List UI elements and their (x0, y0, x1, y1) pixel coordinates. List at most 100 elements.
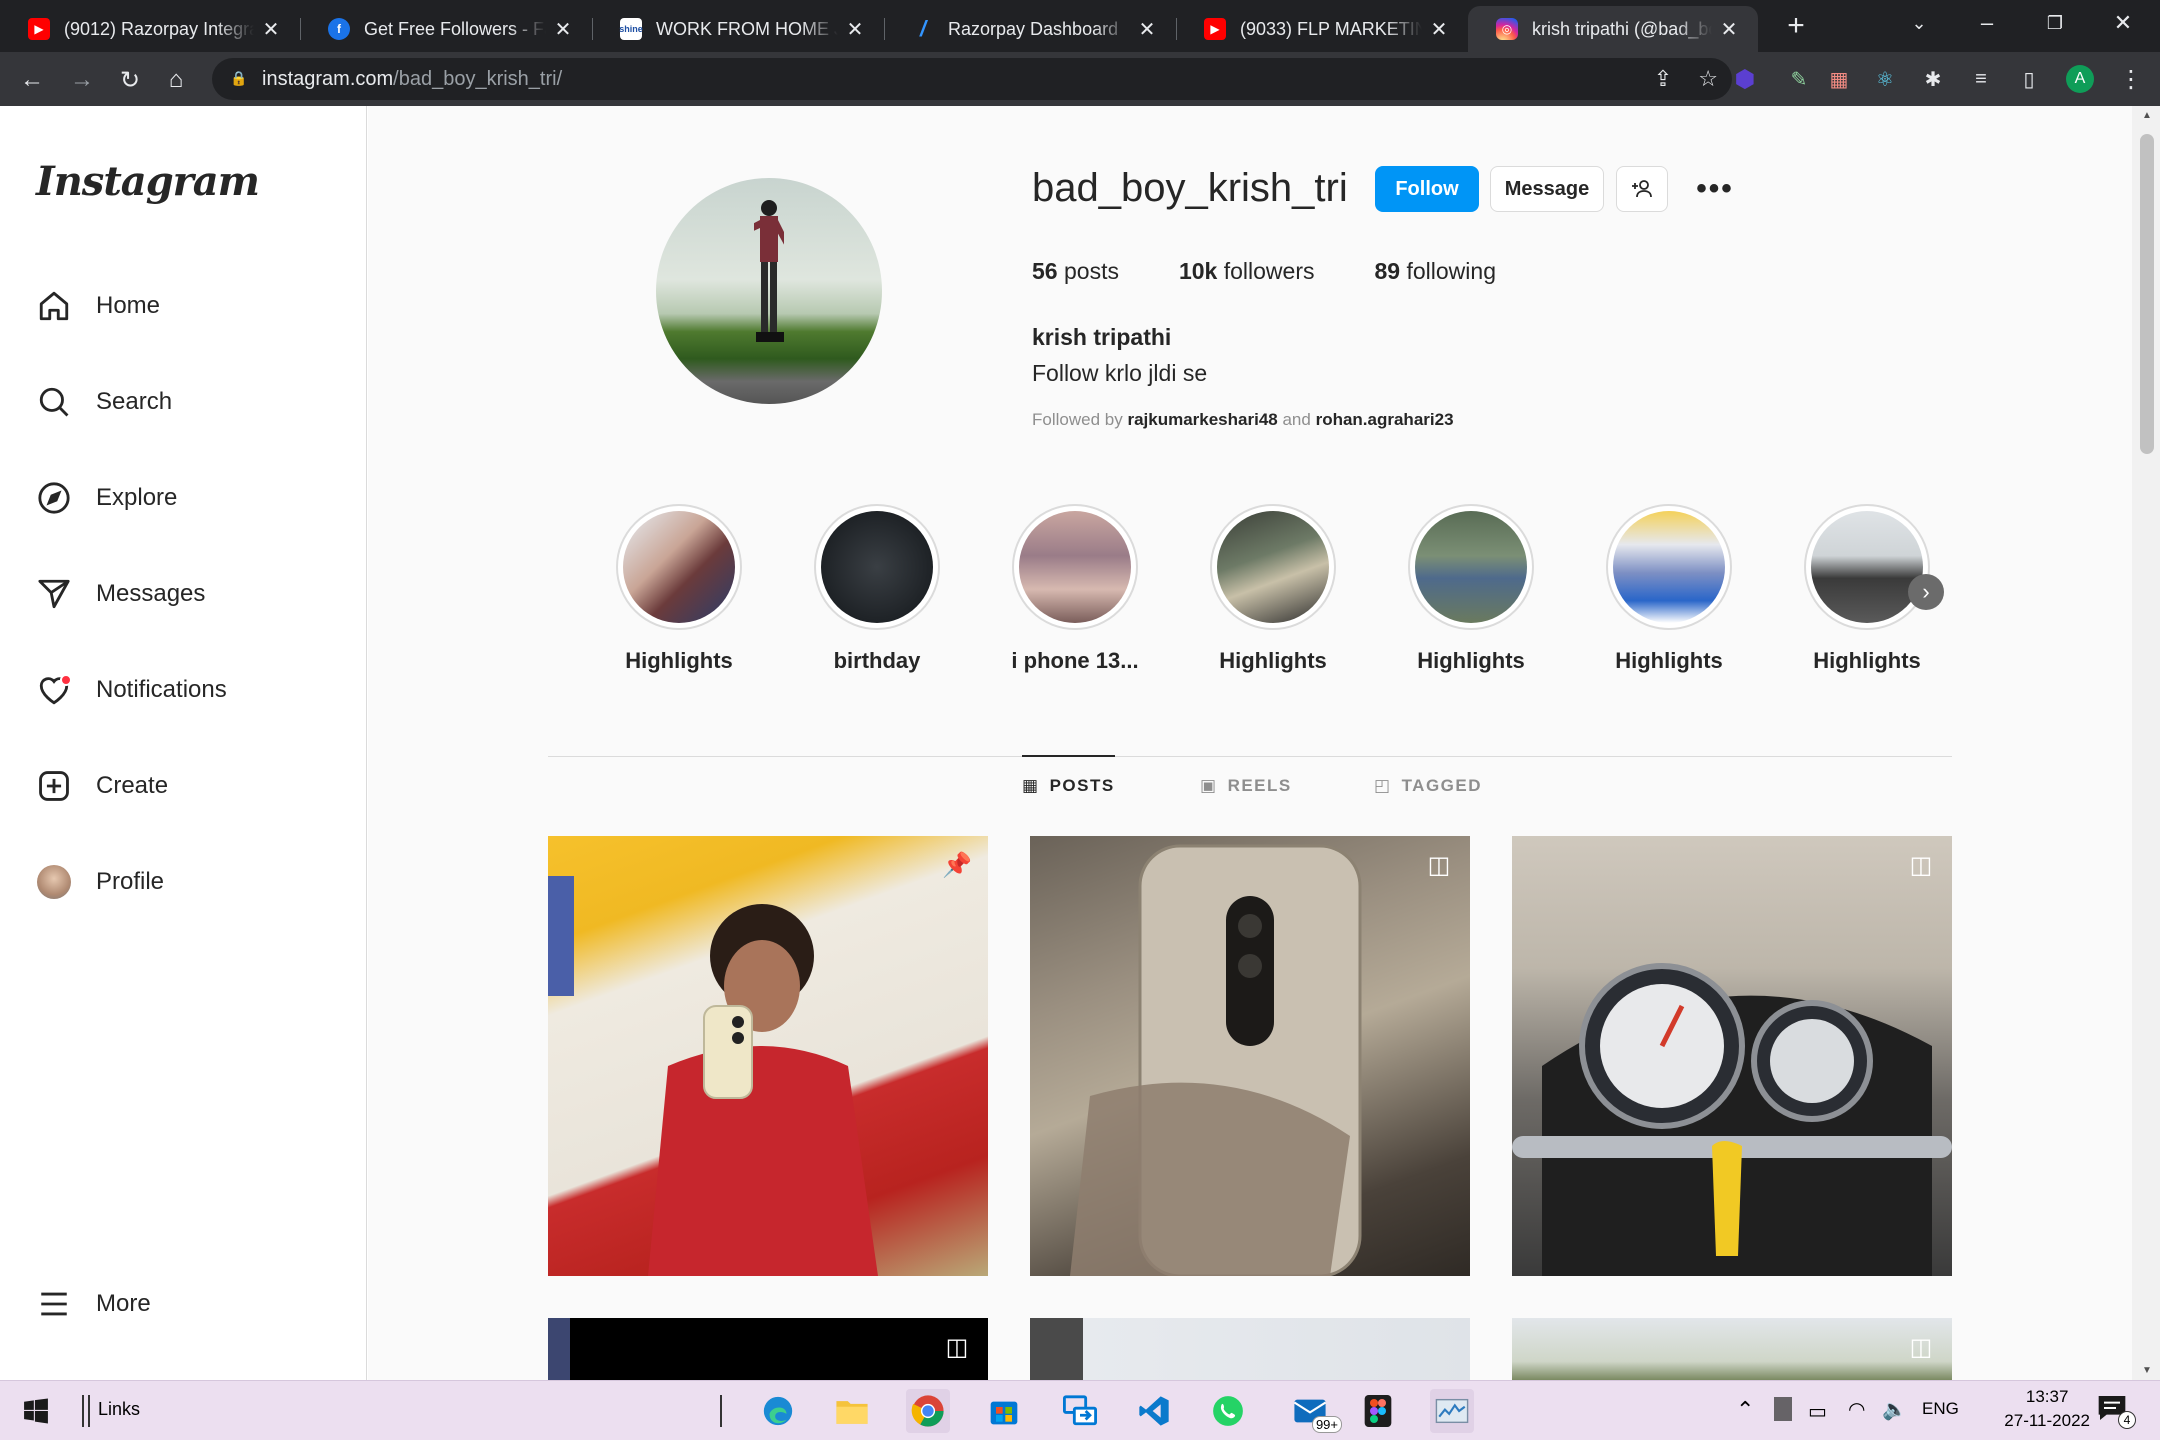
profile-picture[interactable] (656, 178, 882, 404)
browser-tab[interactable]: shine WORK FROM HOME JOB ✕ (592, 6, 884, 52)
chrome-icon[interactable] (906, 1389, 950, 1433)
extensions-puzzle-icon[interactable]: ✱ (1918, 64, 1948, 94)
vscode-icon[interactable] (1132, 1389, 1176, 1433)
browser-tab[interactable]: / Razorpay Dashboard ✕ (884, 6, 1176, 52)
scrollbar-thumb[interactable] (2140, 134, 2154, 454)
sidebar-item-notifications[interactable]: Notifications (34, 666, 227, 714)
sidebar-item-search[interactable]: Search (34, 378, 172, 426)
close-window-button[interactable]: ✕ (2090, 0, 2156, 46)
extension-icon[interactable]: ✎ (1784, 64, 1814, 94)
close-tab-icon[interactable]: ✕ (1718, 17, 1740, 42)
followers-count[interactable]: 10k followers (1179, 258, 1315, 285)
side-panel-icon[interactable]: ▯ (2014, 64, 2044, 94)
share-icon[interactable]: ⇪ (1654, 66, 1672, 92)
reels-icon: ▣ (1200, 776, 1218, 795)
send-icon (34, 574, 74, 614)
show-hidden-icons-chevron-icon[interactable]: ⌃ (1736, 1397, 1754, 1423)
story-highlight[interactable]: i phone 13... (990, 504, 1160, 674)
close-tab-icon[interactable]: ✕ (260, 17, 282, 42)
whatsapp-icon[interactable] (1206, 1389, 1250, 1433)
followed-by[interactable]: Followed by rajkumarkeshari48 and rohan.… (1032, 410, 1454, 430)
address-bar[interactable]: 🔒 instagram.com/bad_boy_krish_tri/ ⇪ ☆ (212, 58, 1732, 100)
back-button[interactable]: ← (14, 62, 50, 98)
tab-search-icon[interactable]: ⌄ (1886, 0, 1952, 46)
figma-icon[interactable] (1356, 1389, 1400, 1433)
post-tile[interactable] (1030, 1318, 1470, 1380)
browser-tab[interactable]: ▶ (9012) Razorpay Integrat ✕ (0, 6, 300, 52)
windows-start-icon[interactable] (14, 1389, 58, 1433)
suggested-accounts-button[interactable] (1616, 166, 1668, 212)
close-tab-icon[interactable]: ✕ (1428, 17, 1450, 42)
scroll-up-arrow-icon[interactable]: ▲ (2140, 110, 2154, 121)
sidebar-item-more[interactable]: More (34, 1280, 151, 1328)
extension-icon[interactable]: ⬢ (1730, 64, 1760, 94)
instagram-logo[interactable]: Instagram (36, 158, 260, 205)
restore-button[interactable]: ❐ (2022, 0, 2088, 46)
links-toolbar[interactable]: Links (98, 1399, 140, 1420)
browser-tab[interactable]: ▶ (9033) FLP MARKETING ✕ (1176, 6, 1468, 52)
sidebar-item-explore[interactable]: Explore (34, 474, 177, 522)
wifi-icon[interactable]: ◠ (1848, 1397, 1865, 1422)
browser-tab[interactable]: f Get Free Followers - Fam ✕ (300, 6, 592, 52)
tray-app-icon[interactable] (1774, 1397, 1792, 1421)
home-button[interactable]: ⌂ (158, 62, 194, 98)
battery-icon[interactable]: ▭ (1808, 1399, 1827, 1424)
react-devtools-icon[interactable]: ⚛ (1870, 64, 1900, 94)
post-tile[interactable]: 📌 (548, 836, 988, 1276)
page-scrollbar[interactable]: ▲ ▼ (2132, 106, 2160, 1380)
reel-icon: ◫ (1427, 851, 1451, 879)
post-tile[interactable]: ◫ (548, 1318, 988, 1380)
message-button[interactable]: Message (1490, 166, 1604, 212)
tab-posts[interactable]: ▦ POSTS (1022, 755, 1115, 815)
post-tile[interactable]: ◫ (1030, 836, 1470, 1276)
forward-button[interactable]: → (64, 62, 100, 98)
highlights-next-chevron-icon[interactable]: › (1908, 574, 1944, 610)
reload-button[interactable]: ↻ (112, 62, 148, 98)
story-highlight[interactable]: Highlights (594, 504, 764, 674)
tab-reels[interactable]: ▣ REELS (1200, 756, 1292, 816)
scroll-down-arrow-icon[interactable]: ▼ (2140, 1365, 2154, 1376)
follow-button[interactable]: Follow (1375, 166, 1479, 212)
story-highlight[interactable]: Highlights (1188, 504, 1358, 674)
volume-icon[interactable]: 🔈 (1882, 1397, 1907, 1422)
post-photo-phone-back (1070, 844, 1362, 1276)
post-tile[interactable]: ◫ (1512, 1318, 1952, 1380)
notification-center-icon[interactable]: 4 (2096, 1393, 2136, 1429)
browser-profile-avatar[interactable]: A (2066, 65, 2094, 93)
close-tab-icon[interactable]: ✕ (1136, 17, 1158, 42)
story-highlight[interactable]: birthday (792, 504, 962, 674)
language-indicator[interactable]: ENG (1922, 1399, 1959, 1419)
reel-icon: ◫ (1909, 851, 1933, 879)
sidebar-item-profile[interactable]: Profile (34, 858, 164, 906)
system-monitor-icon[interactable] (1430, 1389, 1474, 1433)
file-explorer-icon[interactable] (830, 1389, 874, 1433)
media-control-icon[interactable]: ≡ (1966, 64, 1996, 94)
story-highlight[interactable]: Highlights (1584, 504, 1754, 674)
minimize-button[interactable]: – (1954, 0, 2020, 46)
browser-tab-active[interactable]: ◎ krish tripathi (@bad_boy ✕ (1468, 6, 1758, 52)
close-tab-icon[interactable]: ✕ (844, 17, 866, 42)
post-photo-bike-speedometer (1512, 963, 1952, 1276)
bookmark-star-icon[interactable]: ☆ (1698, 66, 1718, 92)
sidebar-item-messages[interactable]: Messages (34, 570, 205, 618)
edge-icon[interactable] (756, 1389, 800, 1433)
toolbar-separator (82, 1395, 84, 1427)
highlight-cover (1217, 511, 1329, 623)
more-options-icon[interactable]: ••• (1690, 166, 1740, 212)
mail-badge: 99+ (1311, 1416, 1342, 1433)
close-tab-icon[interactable]: ✕ (552, 17, 574, 42)
tab-tagged[interactable]: ◰ TAGGED (1374, 756, 1482, 816)
post-tile[interactable]: ◫ (1512, 836, 1952, 1276)
following-count[interactable]: 89 following (1375, 258, 1496, 285)
sidebar-item-create[interactable]: Create (34, 762, 168, 810)
sidebar-item-home[interactable]: Home (34, 282, 160, 330)
mail-icon[interactable]: 99+ (1282, 1389, 1342, 1433)
extension-icon[interactable]: ▦ (1824, 64, 1854, 94)
quick-assist-icon[interactable] (1058, 1389, 1102, 1433)
system-clock[interactable]: 13:37 27-11-2022 (2004, 1385, 2090, 1433)
microsoft-store-icon[interactable] (982, 1389, 1026, 1433)
new-tab-button[interactable]: + (1778, 8, 1814, 44)
story-highlight[interactable]: Highlights (1386, 504, 1556, 674)
instagram-sidebar: Instagram Home Search Explore Messages N… (0, 106, 367, 1380)
browser-menu-icon[interactable]: ⋮ (2116, 64, 2146, 94)
